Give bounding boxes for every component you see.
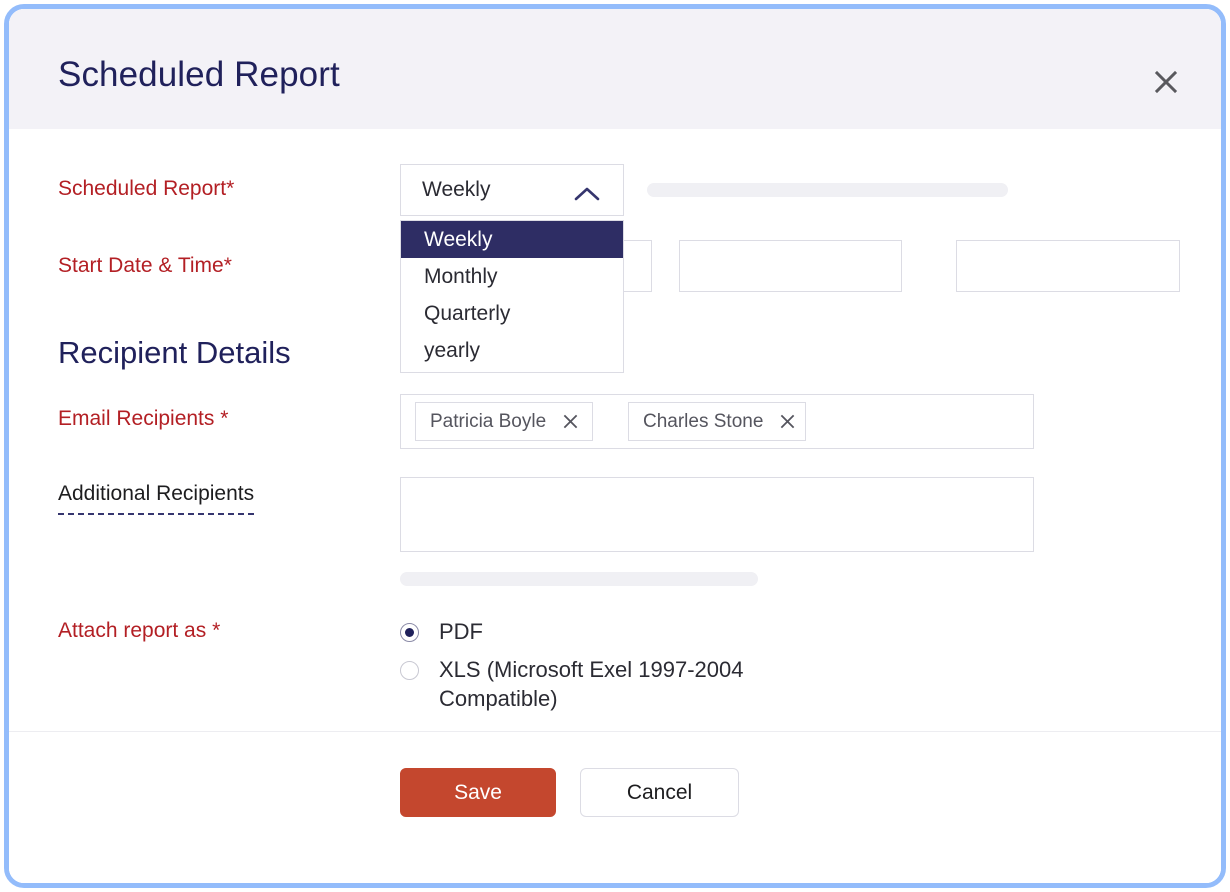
close-icon[interactable]	[779, 413, 796, 430]
dropdown-option-yearly[interactable]: yearly	[401, 332, 623, 369]
dialog-footer: Save Cancel	[9, 731, 1221, 883]
radio-icon	[400, 661, 419, 680]
radio-icon	[400, 623, 419, 642]
skeleton-bar-top	[647, 183, 1008, 197]
close-icon[interactable]	[1145, 61, 1187, 103]
radio-option-label: XLS (Microsoft Exel 1997-2004 Compatible…	[439, 655, 784, 713]
recipient-chip-label: Charles Stone	[643, 411, 763, 433]
scheduled-report-label: Scheduled Report*	[58, 177, 234, 201]
cancel-button[interactable]: Cancel	[580, 768, 739, 817]
dropdown-option-weekly[interactable]: Weekly	[401, 221, 623, 258]
radio-option-label: PDF	[439, 617, 483, 646]
radio-option-xls[interactable]: XLS (Microsoft Exel 1997-2004 Compatible…	[400, 655, 784, 713]
skeleton-bar-bottom	[400, 572, 758, 586]
scheduled-report-select-value: Weekly	[422, 178, 490, 202]
scheduled-report-select[interactable]: Weekly	[400, 164, 624, 216]
additional-recipients-textarea[interactable]	[400, 477, 1034, 552]
email-recipients-label: Email Recipients *	[58, 407, 228, 431]
scheduled-report-dropdown: Weekly Monthly Quarterly yearly	[400, 220, 624, 373]
radio-option-pdf[interactable]: PDF	[400, 617, 483, 646]
dialog-body: Scheduled Report* Start Date & Time* Wee…	[9, 129, 1221, 731]
email-recipients-field[interactable]: Patricia Boyle Charles Stone	[400, 394, 1034, 449]
time-input[interactable]	[679, 240, 902, 292]
additional-recipients-label: Additional Recipients	[58, 482, 254, 515]
dropdown-option-quarterly[interactable]: Quarterly	[401, 295, 623, 332]
attach-report-label: Attach report as *	[58, 619, 220, 643]
scheduled-report-dialog: Scheduled Report Scheduled Report* Start…	[9, 9, 1221, 883]
dialog-header: Scheduled Report	[9, 9, 1221, 129]
recipient-details-heading: Recipient Details	[58, 335, 291, 371]
start-date-time-label: Start Date & Time*	[58, 254, 232, 278]
page-title: Scheduled Report	[58, 55, 340, 95]
save-button[interactable]: Save	[400, 768, 556, 817]
dropdown-option-monthly[interactable]: Monthly	[401, 258, 623, 295]
dialog-frame: Scheduled Report Scheduled Report* Start…	[4, 4, 1226, 888]
timezone-input[interactable]	[956, 240, 1180, 292]
recipient-chip[interactable]: Charles Stone	[628, 402, 806, 441]
recipient-chip[interactable]: Patricia Boyle	[415, 402, 593, 441]
recipient-chip-label: Patricia Boyle	[430, 411, 546, 433]
chevron-up-icon	[573, 185, 601, 203]
close-icon[interactable]	[562, 413, 579, 430]
